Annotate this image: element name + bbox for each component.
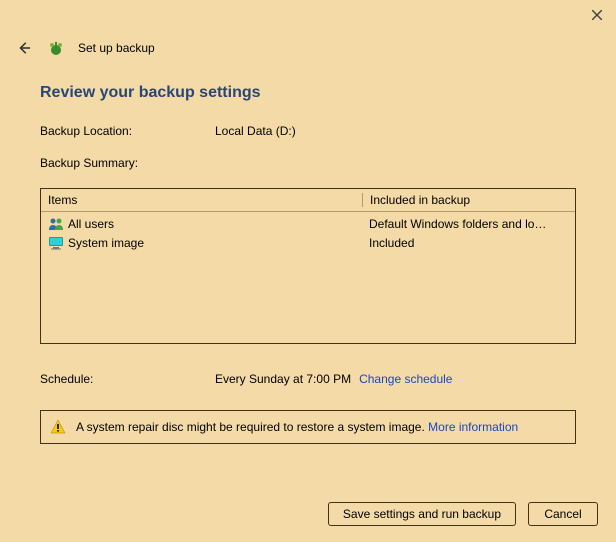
backup-summary-label-row: Backup Summary:	[40, 156, 576, 170]
content-area: Review your backup settings Backup Locat…	[40, 84, 576, 444]
summary-row-0-included: Default Windows folders and lo…	[362, 217, 568, 231]
warning-text-wrap: A system repair disc might be required t…	[76, 420, 518, 434]
backup-summary-label: Backup Summary:	[40, 156, 215, 170]
backup-app-icon	[48, 40, 64, 56]
monitor-icon	[48, 235, 64, 251]
change-schedule-link[interactable]: Change schedule	[359, 372, 452, 386]
summary-row-0-label: All users	[68, 217, 114, 231]
close-icon	[592, 10, 602, 20]
warning-icon	[50, 419, 66, 435]
summary-header-included[interactable]: Included in backup	[362, 193, 568, 207]
title-bar: Set up backup	[14, 38, 155, 58]
summary-row-1-included: Included	[362, 236, 568, 250]
backup-location-value: Local Data (D:)	[215, 124, 296, 138]
page-heading: Review your backup settings	[40, 84, 576, 102]
backup-summary-box: Items Included in backup All users Defau…	[40, 188, 576, 344]
window-title: Set up backup	[78, 41, 155, 55]
summary-header-row: Items Included in backup	[41, 189, 575, 212]
warning-text: A system repair disc might be required t…	[76, 420, 428, 434]
more-information-link[interactable]: More information	[428, 420, 518, 434]
close-button[interactable]	[588, 6, 606, 24]
list-item[interactable]: System image Included	[48, 233, 568, 252]
schedule-row: Schedule: Every Sunday at 7:00 PM Change…	[40, 372, 576, 386]
backup-location-row: Backup Location: Local Data (D:)	[40, 124, 576, 138]
users-icon	[48, 216, 64, 232]
summary-row-1-label: System image	[68, 236, 144, 250]
back-button[interactable]	[14, 38, 34, 58]
backup-location-label: Backup Location:	[40, 124, 215, 138]
button-bar: Save settings and run backup Cancel	[328, 502, 598, 526]
save-settings-button[interactable]: Save settings and run backup	[328, 502, 516, 526]
schedule-value: Every Sunday at 7:00 PM	[215, 372, 351, 386]
summary-header-items[interactable]: Items	[48, 193, 362, 207]
back-arrow-icon	[17, 41, 31, 55]
warning-box: A system repair disc might be required t…	[40, 410, 576, 444]
cancel-button[interactable]: Cancel	[528, 502, 598, 526]
list-item[interactable]: All users Default Windows folders and lo…	[48, 214, 568, 233]
schedule-label: Schedule:	[40, 372, 215, 386]
